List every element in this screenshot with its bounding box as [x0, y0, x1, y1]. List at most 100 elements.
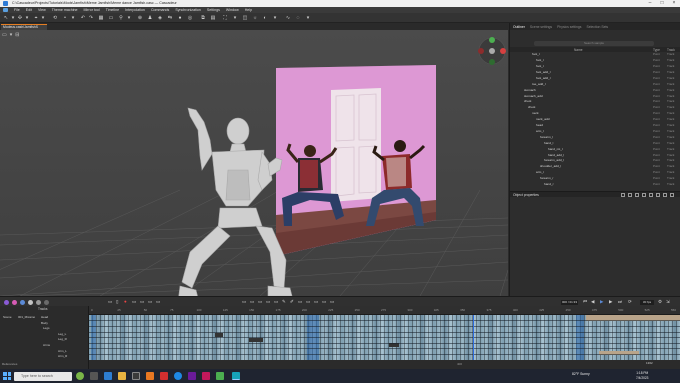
settings-icon[interactable]: ⚙ — [658, 299, 662, 305]
menu-edit[interactable]: Edit — [26, 8, 32, 12]
menu-timeline[interactable]: Timeline — [106, 8, 119, 12]
outliner-row[interactable]: chest Point Track — [510, 105, 680, 110]
prev-key-icon[interactable]: ◀ — [591, 299, 594, 305]
key-type-icon[interactable] — [28, 300, 33, 305]
redo-icon[interactable]: ↷ — [88, 15, 94, 21]
maximize-button[interactable]: □ — [656, 0, 668, 7]
copy-icon[interactable]: ⧉ — [200, 15, 206, 21]
play-icon[interactable]: ▶ — [600, 299, 603, 305]
interpolation-icon[interactable]: ▭ — [314, 299, 318, 305]
menu-theme-machine[interactable]: Theme machine — [52, 8, 78, 12]
snap-icon[interactable]: ⌖ — [33, 15, 39, 21]
dropdown-icon[interactable]: ▾ — [24, 15, 30, 21]
app-icon[interactable] — [188, 372, 196, 380]
record-icon[interactable]: ● — [177, 15, 183, 21]
key-type-icon[interactable] — [44, 300, 49, 305]
keyframe-icon[interactable]: ▭ — [108, 299, 112, 305]
frame-all-icon[interactable]: ⛶ — [222, 15, 228, 21]
track-label[interactable]: Arm_R — [58, 354, 67, 358]
outliner-row[interactable]: hand_add_l Point Track — [510, 152, 680, 157]
windows-start-icon[interactable] — [3, 372, 11, 380]
outliner-row[interactable]: arm_l Point Track — [510, 129, 680, 134]
app-icon[interactable] — [160, 372, 168, 380]
menu-interpolation[interactable]: Interpolation — [125, 8, 145, 12]
properties-icon[interactable] — [621, 193, 625, 197]
grid-icon[interactable]: ▦ — [98, 15, 104, 21]
viewport[interactable]: ▭ ▾ ⊟ — [0, 30, 508, 296]
tab-selection-sets[interactable]: Selection Sets — [586, 25, 608, 29]
outliner-row[interactable]: foot_add_r Point Track — [510, 76, 680, 81]
properties-icon[interactable] — [642, 193, 646, 197]
track-label[interactable]: Leg_L — [58, 332, 66, 336]
link-icon[interactable]: ⚲ — [118, 15, 124, 21]
weather-app-icon[interactable] — [76, 372, 84, 380]
menu-commands[interactable]: Commands — [151, 8, 169, 12]
system-clock[interactable]: 1:18 PM 7/4/2023 — [636, 371, 648, 380]
move-tool-icon[interactable]: ✣ — [17, 15, 23, 21]
interpolation-icon[interactable]: ▭ — [306, 299, 310, 305]
outliner-row[interactable]: forearm_r Point Track — [510, 176, 680, 181]
keyframe-icon[interactable]: ▭ — [132, 299, 136, 305]
properties-icon[interactable] — [663, 193, 667, 197]
select-tool-icon[interactable]: ↖ — [3, 15, 9, 21]
file-explorer-icon[interactable] — [118, 372, 126, 380]
outliner-row[interactable]: chest Point Track — [510, 99, 680, 104]
outliner-row[interactable]: foot_l Point Track — [510, 52, 680, 57]
properties-icon[interactable] — [670, 193, 674, 197]
keyframe-area[interactable] — [89, 315, 680, 360]
point-icon[interactable]: • — [62, 15, 68, 21]
go-to-start-icon[interactable]: ⏮ — [583, 299, 587, 305]
track-label[interactable]: 001_Mixamo — [18, 315, 35, 319]
outliner-row[interactable]: foot_add_l Point Track — [510, 70, 680, 75]
fps-field[interactable]: 30 fps — [640, 299, 654, 305]
key-type-icon[interactable] — [12, 300, 17, 305]
view-gizmo-icon[interactable] — [477, 36, 507, 66]
key-type-icon[interactable] — [20, 300, 25, 305]
outliner-row[interactable]: hand_rot_l Point Track — [510, 146, 680, 151]
minimize-button[interactable]: – — [644, 0, 656, 7]
next-key-icon[interactable]: ▶ — [609, 299, 612, 305]
tab-outliner[interactable]: Outliner — [513, 25, 525, 29]
interpolation-icon[interactable]: ▭ — [250, 299, 254, 305]
interpolation-icon[interactable]: ▭ — [266, 299, 270, 305]
zoom-value[interactable]: 1362 — [646, 361, 653, 365]
expand-icon[interactable]: ⇲ — [666, 299, 670, 305]
taskbar-search-input[interactable]: Type here to search — [14, 371, 72, 381]
rotate-icon[interactable]: ⟲ — [52, 15, 58, 21]
track-label[interactable]: Legs — [43, 326, 50, 330]
key-block[interactable] — [249, 338, 263, 342]
dropdown-icon[interactable]: ▾ — [126, 15, 132, 21]
menu-help[interactable]: Help — [245, 8, 252, 12]
outliner-row[interactable]: foot_r Point Track — [510, 58, 680, 63]
interpolation-icon[interactable]: ▭ — [322, 299, 326, 305]
key-type-icon[interactable] — [4, 300, 9, 305]
mirror-icon[interactable]: ⇆ — [167, 15, 173, 21]
interpolation-icon[interactable]: ▭ — [298, 299, 302, 305]
store-icon[interactable] — [132, 372, 140, 380]
playhead[interactable] — [473, 315, 474, 360]
dropdown-icon[interactable]: ▾ — [305, 15, 311, 21]
outliner-row[interactable]: foot_r Point Track — [510, 64, 680, 69]
keyframe-icon[interactable]: ▭ — [156, 299, 160, 305]
edge-icon[interactable] — [104, 372, 112, 380]
menu-view[interactable]: View — [38, 8, 46, 12]
task-view-icon[interactable] — [90, 372, 98, 380]
interpolation-icon[interactable]: ▭ — [330, 299, 334, 305]
tab-physics-settings[interactable]: Physics settings — [557, 25, 581, 29]
outliner-row[interactable]: toe_add_l Point Track — [510, 82, 680, 87]
outliner-row[interactable]: stomach Point Track — [510, 87, 680, 92]
outliner-row[interactable]: forearm_add_l Point Track — [510, 158, 680, 163]
outliner-row[interactable]: hand_r Point Track — [510, 182, 680, 187]
timeline-scrollbar[interactable]: 400 — [89, 360, 680, 369]
frame-icon[interactable]: ▭ — [108, 15, 114, 21]
outliner-row[interactable]: arm_r Point Track — [510, 170, 680, 175]
autopose-icon[interactable]: ♟ — [147, 15, 153, 21]
keyframe-icon[interactable]: ▭ — [140, 299, 144, 305]
interpolation-icon[interactable]: ▭ — [274, 299, 278, 305]
outliner-row[interactable]: neck Point Track — [510, 111, 680, 116]
keyframe-icon[interactable]: ▯ — [116, 299, 118, 305]
record-key-icon[interactable]: ● — [124, 299, 127, 305]
paste-icon[interactable]: ▤ — [210, 15, 216, 21]
ghost-icon[interactable]: ◌ — [295, 15, 301, 21]
interpolation-icon[interactable]: ▭ — [258, 299, 262, 305]
